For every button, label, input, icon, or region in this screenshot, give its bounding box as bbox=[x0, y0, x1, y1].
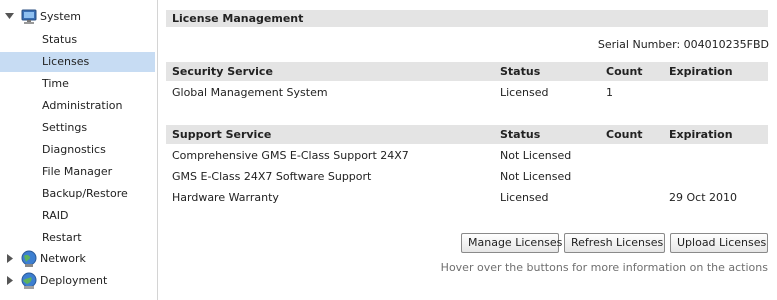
manage-licenses-button[interactable]: Manage Licenses bbox=[461, 233, 562, 253]
serial-number: Serial Number: 004010235FBD bbox=[597, 38, 769, 51]
sidebar-item-backup-restore[interactable]: Backup/Restore bbox=[0, 184, 155, 204]
sidebar-item-time[interactable]: Time bbox=[0, 74, 155, 94]
service-name: Hardware Warranty bbox=[172, 191, 279, 204]
sidebar-item-diagnostics[interactable]: Diagnostics bbox=[0, 140, 155, 160]
refresh-licenses-button[interactable]: Refresh Licenses bbox=[564, 233, 665, 253]
security-service-header: Security Service Status Count Expiration bbox=[166, 62, 768, 81]
page-title: License Management bbox=[172, 12, 304, 25]
network-globe-icon bbox=[20, 250, 38, 268]
column-header-expiration: Expiration bbox=[669, 128, 733, 141]
collapsed-arrow-icon[interactable] bbox=[5, 271, 15, 291]
license-status: Not Licensed bbox=[500, 170, 572, 183]
tree-node-system[interactable]: System bbox=[0, 7, 155, 27]
navigation-tree: System Status Licenses Time Administrati… bbox=[0, 0, 158, 300]
license-expiration: 29 Oct 2010 bbox=[669, 191, 738, 204]
deployment-globe-icon bbox=[20, 272, 38, 290]
table-row: Global Management System Licensed 1 bbox=[166, 83, 768, 103]
sidebar-item-label: RAID bbox=[42, 209, 69, 222]
license-management-panel: License Management Serial Number: 004010… bbox=[164, 0, 777, 300]
column-header-count: Count bbox=[606, 65, 643, 78]
sidebar-item-label: Licenses bbox=[42, 55, 90, 68]
service-name: Comprehensive GMS E-Class Support 24X7 bbox=[172, 149, 409, 162]
service-name: GMS E-Class 24X7 Software Support bbox=[172, 170, 372, 183]
support-service-header: Support Service Status Count Expiration bbox=[166, 125, 768, 144]
column-header-status: Status bbox=[500, 128, 541, 141]
tree-node-deployment[interactable]: Deployment bbox=[0, 271, 155, 291]
tree-node-label: System bbox=[40, 10, 82, 23]
expanded-arrow-icon[interactable] bbox=[5, 7, 15, 27]
sidebar-item-label: Settings bbox=[42, 121, 88, 134]
service-name: Global Management System bbox=[172, 86, 328, 99]
page-title-bar: License Management bbox=[166, 10, 768, 27]
column-header-service: Support Service bbox=[172, 128, 272, 141]
sidebar-item-label: Time bbox=[42, 77, 69, 90]
tree-node-label: Deployment bbox=[40, 274, 108, 287]
sidebar-item-settings[interactable]: Settings bbox=[0, 118, 155, 138]
hover-hint: Hover over the buttons for more informat… bbox=[440, 261, 768, 274]
tree-node-label: Network bbox=[40, 252, 86, 265]
collapsed-arrow-icon[interactable] bbox=[5, 249, 15, 269]
table-row: Comprehensive GMS E-Class Support 24X7 N… bbox=[166, 146, 768, 166]
sidebar-item-label: Restart bbox=[42, 231, 82, 244]
sidebar-item-administration[interactable]: Administration bbox=[0, 96, 155, 116]
license-status: Licensed bbox=[500, 191, 549, 204]
sidebar-item-label: Diagnostics bbox=[42, 143, 106, 156]
column-header-service: Security Service bbox=[172, 65, 273, 78]
sidebar-item-raid[interactable]: RAID bbox=[0, 206, 155, 226]
license-status: Licensed bbox=[500, 86, 549, 99]
table-row: Hardware Warranty Licensed 29 Oct 2010 bbox=[166, 188, 768, 208]
sidebar-item-restart[interactable]: Restart bbox=[0, 228, 155, 248]
action-buttons: Manage Licenses Refresh Licenses Upload … bbox=[461, 233, 768, 254]
column-header-count: Count bbox=[606, 128, 643, 141]
column-header-expiration: Expiration bbox=[669, 65, 733, 78]
license-count: 1 bbox=[606, 86, 613, 99]
table-row: GMS E-Class 24X7 Software Support Not Li… bbox=[166, 167, 768, 187]
column-header-status: Status bbox=[500, 65, 541, 78]
sidebar-item-label: Status bbox=[42, 33, 78, 46]
license-status: Not Licensed bbox=[500, 149, 572, 162]
computer-icon bbox=[20, 8, 38, 26]
sidebar-item-label: File Manager bbox=[42, 165, 113, 178]
sidebar-item-label: Backup/Restore bbox=[42, 187, 128, 200]
upload-licenses-button[interactable]: Upload Licenses bbox=[670, 233, 768, 253]
sidebar-item-status[interactable]: Status bbox=[0, 30, 155, 50]
sidebar-item-label: Administration bbox=[42, 99, 123, 112]
tree-node-network[interactable]: Network bbox=[0, 249, 155, 269]
sidebar-item-file-manager[interactable]: File Manager bbox=[0, 162, 155, 182]
sidebar-item-licenses[interactable]: Licenses bbox=[0, 52, 155, 72]
